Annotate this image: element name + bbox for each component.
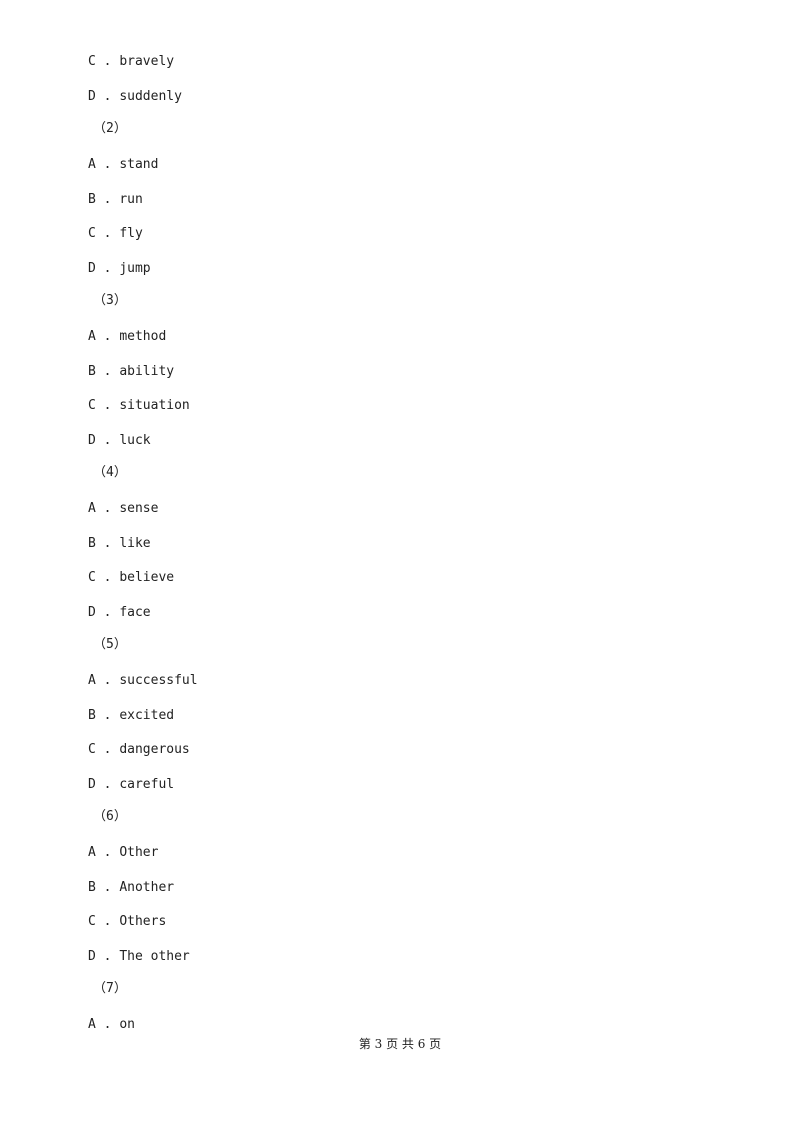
option-text: on [119,1017,135,1032]
option-separator: . [95,570,120,585]
question-number: （5） [93,637,127,652]
option-text: excited [119,708,175,723]
option-letter: C [88,398,96,413]
option-letter: B [88,536,96,551]
option-letter: B [88,708,96,723]
option-letter: D [88,433,96,448]
answer-option: B . excited [88,708,174,724]
option-letter: D [88,89,96,104]
answer-option: D . face [88,605,151,621]
answer-option: B . ability [88,364,174,380]
option-separator: . [95,605,120,620]
question-number: （2） [93,121,127,136]
option-letter: B [88,192,96,207]
option-letter: D [88,949,96,964]
option-text: The other [119,949,190,964]
answer-option: C . believe [88,570,174,586]
option-separator: . [95,192,120,207]
answer-option: B . like [88,536,151,552]
option-text: Others [119,914,167,929]
option-text: luck [119,433,151,448]
option-text: situation [119,398,190,413]
answer-option: A . successful [88,673,198,689]
option-letter: D [88,605,96,620]
option-text: face [119,605,151,620]
option-separator: . [95,157,120,172]
answer-option: C . Others [88,914,166,930]
option-letter: A [88,157,96,172]
option-text: method [119,329,167,344]
option-separator: . [95,880,120,895]
option-text: Other [119,845,159,860]
option-text: successful [119,673,198,688]
option-separator: . [95,742,120,757]
answer-option: D . The other [88,949,190,965]
option-letter: A [88,673,96,688]
question-number: （4） [93,465,127,480]
question-number: （6） [93,809,127,824]
answer-option: D . jump [88,261,151,277]
option-separator: . [95,501,120,516]
option-text: dangerous [119,742,190,757]
answer-option: C . bravely [88,54,174,70]
option-separator: . [95,364,120,379]
option-separator: . [95,329,120,344]
option-text: ability [119,364,175,379]
answer-option: B . Another [88,880,174,896]
answer-option: A . sense [88,501,158,517]
option-letter: C [88,226,96,241]
option-text: jump [119,261,151,276]
option-text: run [119,192,143,207]
option-separator: . [95,89,120,104]
option-separator: . [95,54,120,69]
option-letter: A [88,1017,96,1032]
option-text: stand [119,157,159,172]
option-letter: D [88,777,96,792]
option-separator: . [95,845,120,860]
option-text: fly [119,226,143,241]
answer-option: A . method [88,329,166,345]
option-separator: . [95,398,120,413]
question-number: （7） [93,981,127,996]
option-text: believe [119,570,175,585]
option-separator: . [95,261,120,276]
answer-option: C . dangerous [88,742,190,758]
option-separator: . [95,949,120,964]
answer-option: D . suddenly [88,89,182,105]
answer-option: C . fly [88,226,143,242]
option-text: suddenly [119,89,182,104]
answer-option: A . stand [88,157,158,173]
option-text: sense [119,501,159,516]
answer-option: A . on [88,1017,135,1033]
answer-option: D . luck [88,433,151,449]
answer-option: D . careful [88,777,174,793]
option-text: bravely [119,54,175,69]
option-text: like [119,536,151,551]
option-separator: . [95,673,120,688]
option-text: Another [119,880,175,895]
option-separator: . [95,777,120,792]
option-separator: . [95,433,120,448]
answer-option: A . Other [88,845,158,861]
option-letter: B [88,364,96,379]
option-separator: . [95,226,120,241]
option-letter: C [88,570,96,585]
option-letter: D [88,261,96,276]
option-letter: C [88,914,96,929]
option-letter: C [88,742,96,757]
option-separator: . [95,536,120,551]
page-footer: 第 3 页 共 6 页 [358,1037,442,1051]
answer-option: B . run [88,192,143,208]
option-letter: A [88,845,96,860]
option-separator: . [95,708,120,723]
option-letter: B [88,880,96,895]
option-letter: A [88,329,96,344]
option-text: careful [119,777,175,792]
option-separator: . [95,914,120,929]
option-letter: C [88,54,96,69]
question-number: （3） [93,293,127,308]
option-letter: A [88,501,96,516]
answer-option: C . situation [88,398,190,414]
option-separator: . [95,1017,120,1032]
